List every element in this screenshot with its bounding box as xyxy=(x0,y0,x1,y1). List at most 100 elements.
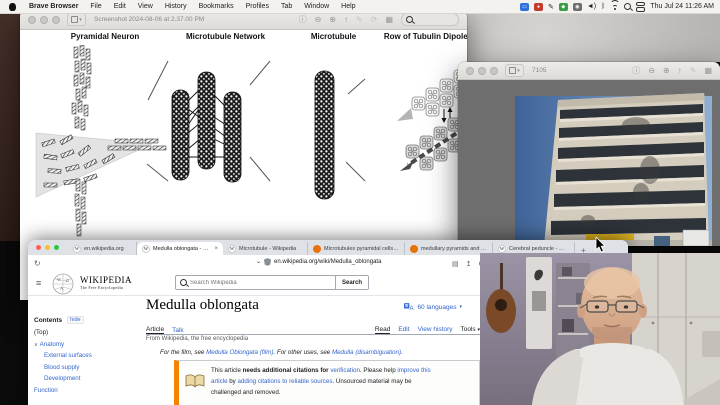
toc-item-anatomy[interactable]: ∨Anatomy xyxy=(34,341,142,348)
toc-item-function[interactable]: Function xyxy=(34,387,142,394)
languages-selector[interactable]: A 60 languages ▾ xyxy=(358,303,462,311)
spotlight-icon[interactable] xyxy=(624,3,631,10)
toc-hide-button[interactable]: hide xyxy=(67,316,83,324)
pyramidal-neuron-figure xyxy=(36,45,166,236)
zoom-out-icon[interactable]: ⊖ xyxy=(315,15,322,24)
tab-talk[interactable]: Talk xyxy=(172,327,184,334)
search-button[interactable]: Search xyxy=(335,276,368,289)
sidebar-toggle-button[interactable]: ▾ xyxy=(505,64,524,77)
bluetooth-icon[interactable]: ᛒ xyxy=(601,3,605,10)
brave-shield-icon[interactable] xyxy=(264,258,271,266)
menu-help[interactable]: Help xyxy=(335,3,361,10)
minimize-window-button[interactable] xyxy=(40,16,48,24)
gallery-icon[interactable]: ▦ xyxy=(385,15,393,24)
menu-tab[interactable]: Tab xyxy=(275,3,298,10)
chevron-expand-icon[interactable]: ∨ xyxy=(34,342,38,348)
tab-search-icon[interactable]: ⌄ xyxy=(256,258,261,265)
bookmark-icon[interactable]: ▤ xyxy=(452,260,459,268)
info-icon[interactable]: ⓘ xyxy=(299,14,307,25)
share-icon[interactable]: ↑ xyxy=(678,66,682,75)
tab-microtubule[interactable]: W Microtubule - Wikipedia xyxy=(223,242,308,255)
chevron-down-icon: ▾ xyxy=(459,304,462,310)
download-icon[interactable]: ↥ xyxy=(466,260,472,268)
desktop-wallpaper-topright xyxy=(467,13,720,62)
volume-icon[interactable]: ◄) xyxy=(587,3,596,10)
menu-file[interactable]: File xyxy=(84,3,107,10)
hamburger-menu-icon[interactable]: ≡ xyxy=(36,278,41,288)
zoom-out-icon[interactable]: ⊖ xyxy=(648,66,655,75)
record-app-icon[interactable]: ● xyxy=(534,3,543,11)
url-text[interactable]: en.wikipedia.org/wiki/Medulla_oblongata xyxy=(274,259,381,265)
menu-bar-clock[interactable]: Thu Jul 24 11:26 AM xyxy=(650,3,714,10)
search-icon xyxy=(180,279,187,286)
panel-label-microtubule-network: Microtubule Network xyxy=(163,32,288,41)
info-icon[interactable]: ⓘ xyxy=(632,65,640,76)
link-adding-citations[interactable]: adding citations to reliable sources xyxy=(238,378,333,385)
menu-view[interactable]: View xyxy=(132,3,159,10)
sidebar-toggle-button[interactable]: ▾ xyxy=(67,13,86,26)
address-bar[interactable]: ⌄ en.wikipedia.org/wiki/Medulla_oblongat… xyxy=(256,258,381,266)
tab-edit[interactable]: Edit xyxy=(398,326,409,334)
wikipedia-search-box[interactable]: Search xyxy=(175,275,369,290)
menu-history[interactable]: History xyxy=(159,3,193,10)
close-window-button[interactable] xyxy=(36,245,41,250)
minimize-window-button[interactable] xyxy=(478,67,486,75)
camera-status-icon[interactable]: ◉ xyxy=(573,3,582,11)
control-center-icon[interactable] xyxy=(636,2,645,12)
desktop-wallpaper-left xyxy=(0,13,20,241)
zoom-window-button[interactable] xyxy=(490,67,498,75)
wikipedia-favicon: W xyxy=(142,245,150,253)
link-medulla-oblongata-film[interactable]: Medulla Oblongata (film) xyxy=(206,349,273,356)
building-photo xyxy=(458,80,720,246)
markup-icon[interactable]: ✎ xyxy=(690,66,697,75)
green-app-icon[interactable]: ◆ xyxy=(559,3,568,11)
zoom-in-icon[interactable]: ⊕ xyxy=(329,15,336,24)
menu-bookmarks[interactable]: Bookmarks xyxy=(193,3,240,10)
wikipedia-globe-logo[interactable]: W Ω A xyxy=(52,273,74,295)
open-book-icon xyxy=(185,374,205,388)
close-window-button[interactable] xyxy=(28,16,36,24)
tab-tools[interactable]: Tools ▾ xyxy=(460,326,480,334)
minimize-window-button[interactable] xyxy=(45,245,50,250)
tab-read[interactable]: Read xyxy=(375,326,391,334)
toc-item-blood-supply[interactable]: Blood supply xyxy=(44,364,142,371)
mouse-cursor xyxy=(595,237,606,253)
wifi-icon[interactable] xyxy=(610,3,619,10)
link-verification[interactable]: verification xyxy=(330,367,360,374)
reload-icon[interactable]: ↻ xyxy=(34,259,41,268)
toc-item-development[interactable]: Development xyxy=(44,375,142,382)
tab-medulla-oblongata[interactable]: W Medulla oblongata - Wikipedia × xyxy=(137,242,223,255)
markup-icon[interactable]: ✎ xyxy=(356,15,363,24)
wikipedia-wordmark[interactable]: Wikipedia The Free Encyclopedia xyxy=(80,275,132,290)
zoom-window-button[interactable] xyxy=(52,16,60,24)
link-medulla-disambiguation[interactable]: Medulla (disambiguation) xyxy=(332,349,401,356)
close-window-button[interactable] xyxy=(466,67,474,75)
tab-article[interactable]: Article xyxy=(146,326,164,334)
browser-traffic-lights xyxy=(36,245,59,250)
search-input[interactable] xyxy=(187,280,335,286)
toc-item-external-surfaces[interactable]: External surfaces xyxy=(44,352,142,359)
tab-close-icon[interactable]: × xyxy=(214,246,218,252)
apple-menu-icon[interactable] xyxy=(9,3,16,11)
toc-item-top[interactable]: (Top) xyxy=(34,329,142,336)
zoom-window-button[interactable] xyxy=(54,245,59,250)
tab-microtubules-pyramidal[interactable]: Microtubules pyramidal cells mem xyxy=(308,242,405,255)
photo-window-titlebar[interactable]: ▾ 7105 ⓘ ⊖ ⊕ ↑ ✎ ▦ xyxy=(458,62,720,80)
gallery-icon[interactable]: ▦ xyxy=(704,66,712,75)
tab-en-wikipedia[interactable]: W en.wikipedia.org xyxy=(68,242,137,255)
menu-edit[interactable]: Edit xyxy=(108,3,132,10)
table-of-contents: Contents hide (Top) ∨Anatomy External su… xyxy=(34,316,142,398)
pen-status-icon[interactable]: ✎ xyxy=(548,3,554,11)
panel-label-pyramidal-neuron: Pyramidal Neuron xyxy=(40,32,170,41)
tab-view-history[interactable]: View history xyxy=(418,326,453,334)
preview-search-field[interactable] xyxy=(401,13,459,26)
wikipedia-favicon: W xyxy=(228,245,236,253)
zoom-in-icon[interactable]: ⊕ xyxy=(663,66,670,75)
screen-mirroring-icon[interactable]: ▭ xyxy=(520,3,529,11)
wikipedia-favicon: W xyxy=(498,245,506,253)
menu-window[interactable]: Window xyxy=(298,3,335,10)
share-icon[interactable]: ↑ xyxy=(344,15,348,24)
menu-app-name[interactable]: Brave Browser xyxy=(23,3,84,10)
rotate-icon[interactable]: ⟳ xyxy=(371,15,378,24)
menu-profiles[interactable]: Profiles xyxy=(240,3,275,10)
